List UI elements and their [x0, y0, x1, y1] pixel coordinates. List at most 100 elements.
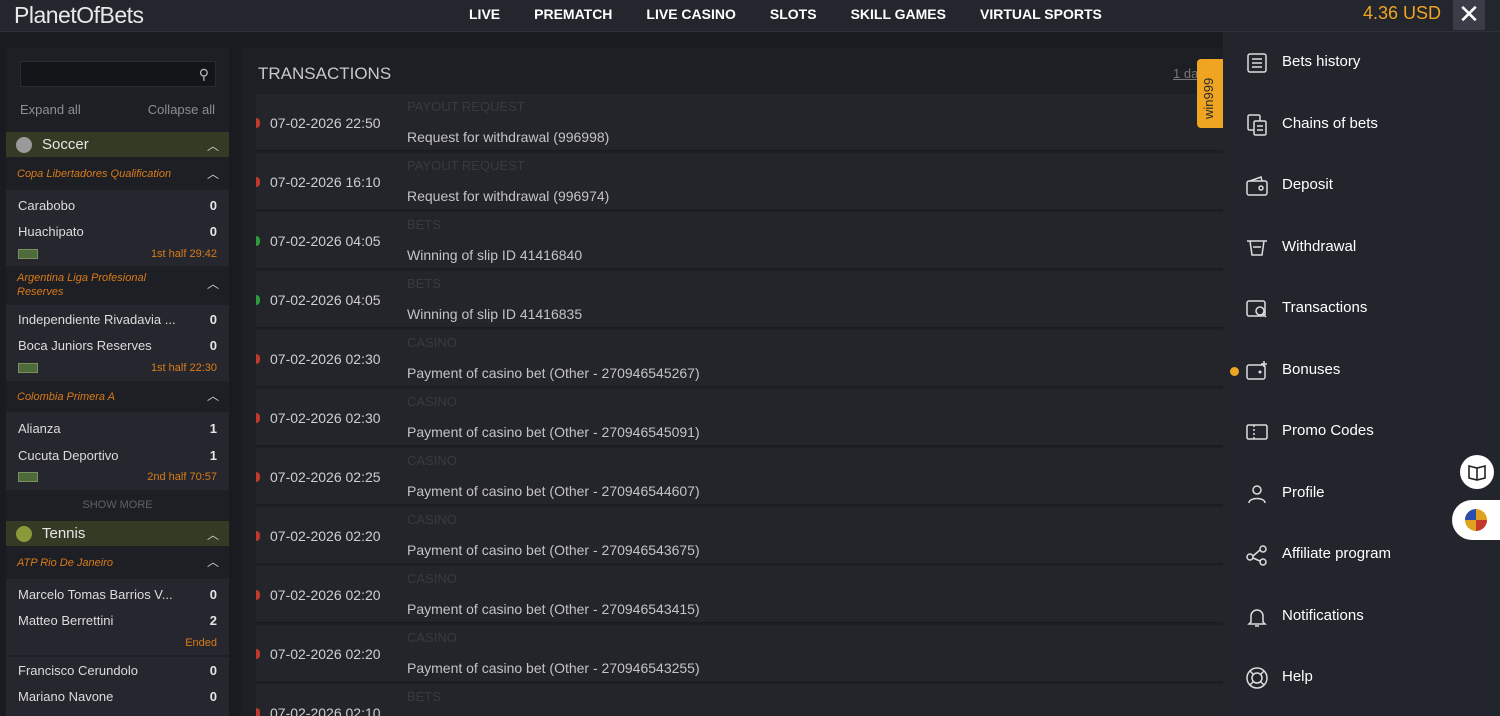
- transaction-row[interactable]: 07-02-2026 02:20 CASINO Payment of casino …: [256, 625, 1231, 682]
- menu-item-label: Deposit: [1282, 176, 1333, 193]
- transaction-category: BETS: [407, 689, 441, 704]
- wallet-icon: [1246, 176, 1268, 196]
- live-stream-icon[interactable]: [18, 472, 38, 482]
- menu-item-label: Promo Codes: [1282, 422, 1374, 439]
- nav-slots[interactable]: SLOTS: [753, 0, 834, 32]
- period-filter[interactable]: 1 da: [1173, 66, 1198, 81]
- lifebuoy-icon: [1246, 667, 1268, 689]
- menu-item-label: Bonuses: [1282, 360, 1341, 378]
- menu-item-notifications[interactable]: Notifications: [1223, 593, 1500, 643]
- transaction-category: PAYOUT REQUEST: [407, 99, 525, 114]
- status-indicator: [256, 649, 260, 659]
- transaction-row[interactable]: 07-02-2026 02:20 CASINO Payment of casino …: [256, 507, 1231, 564]
- balance[interactable]: 4.36 USD: [1363, 3, 1441, 24]
- close-icon[interactable]: ✕: [1453, 0, 1485, 30]
- menu-item-transactions[interactable]: Transactions: [1223, 285, 1500, 335]
- status-indicator: [256, 413, 260, 423]
- transaction-datetime: 07-02-2026 02:10: [270, 705, 381, 716]
- transactions-icon: [1246, 300, 1267, 318]
- menu-item-label: Transactions: [1282, 299, 1368, 316]
- chevron-up-icon[interactable]: ︿: [207, 165, 219, 182]
- nav-virtual-sports[interactable]: VIRTUAL SPORTS: [963, 0, 1119, 32]
- chevron-up-icon[interactable]: ︿: [207, 526, 219, 543]
- menu-item-help[interactable]: Help: [1223, 654, 1500, 704]
- transaction-datetime: 07-02-2026 02:20: [270, 528, 381, 544]
- book-icon[interactable]: [1460, 455, 1494, 489]
- transaction-datetime: 07-02-2026 04:05: [270, 233, 381, 249]
- nav-prematch[interactable]: PREMATCH: [517, 0, 629, 32]
- transaction-datetime: 07-02-2026 02:30: [270, 351, 381, 367]
- status-indicator: [256, 472, 260, 482]
- chat-widget-icon[interactable]: [1452, 500, 1500, 540]
- live-stream-icon[interactable]: [18, 249, 38, 259]
- search-icon[interactable]: ⚲: [199, 66, 209, 83]
- transaction-row[interactable]: 07-02-2026 04:05 BETS Winning of slip ID 4…: [256, 212, 1231, 269]
- menu-item-deposit[interactable]: Deposit: [1223, 162, 1500, 212]
- transaction-category: CASINO: [407, 394, 457, 409]
- transaction-description: Winning of slip ID 41416840: [407, 247, 583, 263]
- promo-side-tab[interactable]: win999: [1197, 59, 1224, 128]
- transaction-row[interactable]: 07-02-2026 22:50 PAYOUT REQUEST Request fo…: [256, 94, 1231, 151]
- transaction-category: CASINO: [407, 630, 457, 645]
- match-item[interactable]: Carabobo 0 Huachipato 0 1st half 29:42: [6, 190, 229, 266]
- menu-item-label: Notifications: [1282, 606, 1364, 624]
- chain-icon: [1247, 113, 1267, 136]
- sport-header-soccer[interactable]: Soccer ︿: [6, 132, 229, 157]
- chevron-up-icon[interactable]: ︿: [207, 387, 219, 404]
- league-header[interactable]: Copa Libertadores Qualification ︿: [6, 161, 229, 189]
- match-item[interactable]: Francisco Cerundolo 0 Mariano Navone 0: [6, 657, 229, 716]
- nav-skill-games[interactable]: SKILL GAMES: [834, 0, 963, 32]
- menu-item-label: Affiliate program: [1282, 545, 1391, 562]
- match-item[interactable]: Alianza 1 Cucuta Deportivo 1 2nd half 70…: [6, 412, 229, 490]
- status-indicator: [256, 236, 260, 246]
- transaction-datetime: 07-02-2026 04:05: [270, 292, 381, 308]
- collapse-all-link[interactable]: Collapse all: [148, 102, 215, 117]
- transaction-row[interactable]: 07-02-2026 16:10 PAYOUT REQUEST Request fo…: [256, 153, 1231, 210]
- status-indicator: [256, 354, 260, 364]
- transaction-description: Payment of casino bet (Other - 270946543…: [407, 542, 700, 558]
- chevron-up-icon[interactable]: ︿: [207, 137, 219, 154]
- menu-item-withdrawal[interactable]: Withdrawal: [1223, 224, 1500, 274]
- bell-icon: [1247, 608, 1267, 627]
- status-indicator: [256, 295, 260, 305]
- menu-item-bonuses[interactable]: Bonuses: [1223, 347, 1500, 397]
- menu-item-bets-history[interactable]: Bets history: [1223, 39, 1500, 89]
- transaction-category: CASINO: [407, 453, 457, 468]
- live-stream-icon[interactable]: [18, 363, 38, 373]
- match-item[interactable]: Independiente Rivadavia ... 0 Boca Junio…: [6, 305, 229, 381]
- transaction-row[interactable]: 07-02-2026 04:05 BETS Winning of slip ID 4…: [256, 271, 1231, 328]
- status-indicator: [256, 708, 260, 716]
- sport-header-tennis[interactable]: Tennis ︿: [6, 521, 229, 546]
- transaction-row[interactable]: 07-02-2026 02:30 CASINO Payment of casino …: [256, 389, 1231, 446]
- chevron-up-icon[interactable]: ︿: [207, 553, 219, 570]
- page-title: TRANSACTIONS: [258, 64, 392, 83]
- soccer-ball-icon: [16, 137, 32, 153]
- nav-live[interactable]: LIVE: [452, 0, 517, 32]
- transaction-row[interactable]: 07-02-2026 02:25 CASINO Payment of casino …: [256, 448, 1231, 505]
- show-more-button[interactable]: SHOW MORE: [6, 499, 229, 511]
- transaction-category: CASINO: [407, 335, 457, 350]
- status-indicator: [256, 590, 260, 600]
- chevron-up-icon[interactable]: ︿: [207, 275, 219, 292]
- main-nav: LIVE PREMATCH LIVE CASINO SLOTS SKILL GA…: [452, 0, 1119, 32]
- transaction-row[interactable]: 07-02-2026 02:10 BETS: [256, 684, 1231, 716]
- menu-item-promo-codes[interactable]: Promo Codes: [1223, 408, 1500, 458]
- menu-item-chains-of-bets[interactable]: Chains of bets: [1223, 101, 1500, 151]
- status-indicator: [256, 118, 260, 128]
- nav-live-casino[interactable]: LIVE CASINO: [629, 0, 752, 32]
- logo[interactable]: PlanetOfBets: [14, 2, 144, 29]
- menu-item-label: Bets history: [1282, 53, 1361, 70]
- match-item[interactable]: Marcelo Tomas Barrios V... 0 Matteo Berr…: [6, 579, 229, 655]
- expand-all-link[interactable]: Expand all: [20, 102, 81, 117]
- notification-dot: [1230, 366, 1239, 376]
- transaction-datetime: 07-02-2026 02:25: [270, 469, 381, 485]
- search-input[interactable]: ⚲: [20, 61, 216, 87]
- transaction-row[interactable]: 07-02-2026 02:20 CASINO Payment of casino …: [256, 566, 1231, 623]
- league-header[interactable]: ATP Rio De Janeiro ︿: [6, 549, 229, 577]
- transaction-category: CASINO: [407, 571, 457, 586]
- transaction-description: Payment of casino bet (Other - 270946545…: [407, 365, 700, 381]
- league-header[interactable]: Argentina Liga Profesional Reserves ︿: [6, 267, 229, 303]
- league-header[interactable]: Colombia Primera A ︿: [6, 382, 229, 410]
- transaction-row[interactable]: 07-02-2026 02:30 CASINO Payment of casino …: [256, 330, 1231, 387]
- transaction-description: Payment of casino bet (Other - 270946544…: [407, 483, 700, 499]
